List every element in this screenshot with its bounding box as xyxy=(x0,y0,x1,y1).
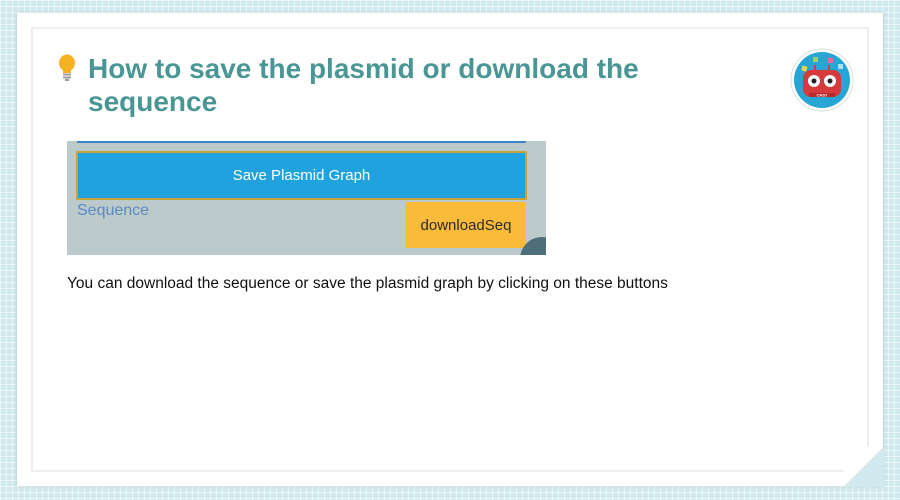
description-text: You can download the sequence or save th… xyxy=(67,275,668,292)
screenshot-top-border xyxy=(77,141,526,143)
page-curl xyxy=(844,447,884,487)
cast-robot-logo-icon: CAST xyxy=(790,48,854,112)
logo-text: CAST xyxy=(817,92,828,97)
title-row: How to save the plasmid or download the … xyxy=(57,52,708,118)
lightbulb-icon xyxy=(59,54,75,81)
embedded-app-screenshot: Save Plasmid Graph Sequence downloadSeq xyxy=(67,141,546,255)
sequence-label: Sequence xyxy=(77,202,150,219)
save-plasmid-graph-button[interactable]: Save Plasmid Graph xyxy=(76,151,527,200)
slide-title: How to save the plasmid or download the … xyxy=(88,53,639,117)
download-sequence-button[interactable]: downloadSeq xyxy=(406,202,526,248)
